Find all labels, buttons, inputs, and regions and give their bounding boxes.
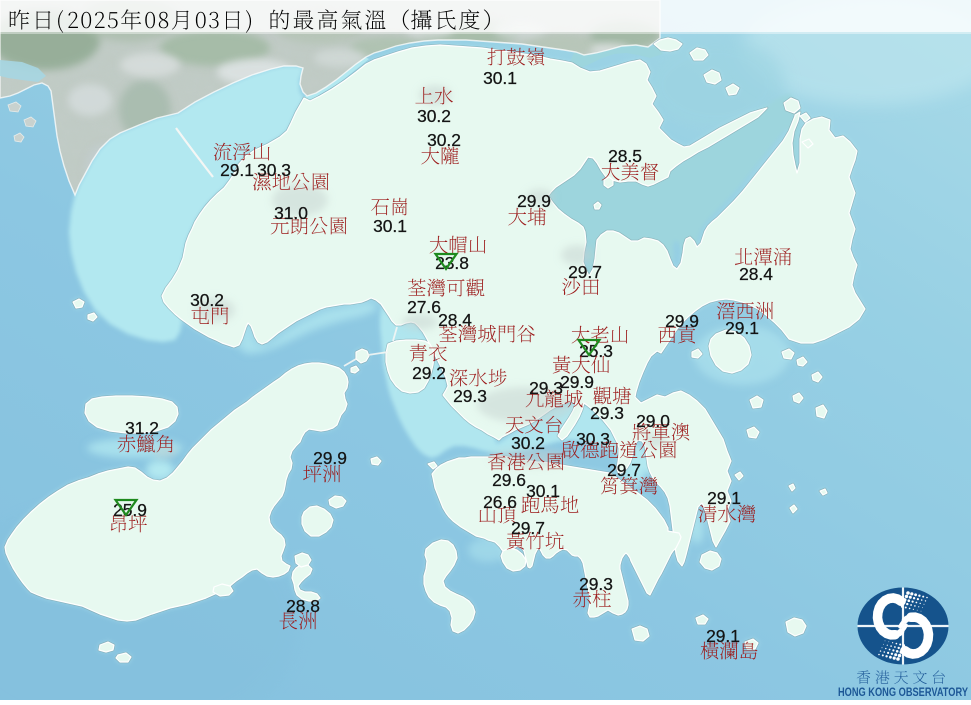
svg-text:29.2: 29.2 xyxy=(412,363,446,383)
svg-text:29.3: 29.3 xyxy=(590,403,624,423)
svg-text:29.1: 29.1 xyxy=(725,318,759,338)
svg-text:27.6: 27.6 xyxy=(407,297,441,317)
svg-text:29.1: 29.1 xyxy=(707,488,741,508)
svg-text:30.2: 30.2 xyxy=(427,130,461,150)
svg-text:29.3: 29.3 xyxy=(579,574,613,594)
svg-text:31.0: 31.0 xyxy=(274,203,308,223)
svg-text:29.7: 29.7 xyxy=(607,460,641,480)
svg-text:29.9: 29.9 xyxy=(517,191,551,211)
svg-text:29.7: 29.7 xyxy=(568,262,602,282)
svg-text:30.3: 30.3 xyxy=(257,160,291,180)
svg-text:29.6: 29.6 xyxy=(492,470,526,490)
svg-text:29.3: 29.3 xyxy=(529,378,563,398)
svg-text:30.2: 30.2 xyxy=(511,433,545,453)
svg-text:30.1: 30.1 xyxy=(373,216,407,236)
svg-text:29.7: 29.7 xyxy=(511,518,545,538)
svg-text:31.2: 31.2 xyxy=(125,418,159,438)
svg-text:28.4: 28.4 xyxy=(739,264,773,284)
svg-text:30.1: 30.1 xyxy=(526,481,560,501)
svg-text:29.1: 29.1 xyxy=(706,626,740,646)
svg-text:29.3: 29.3 xyxy=(453,386,487,406)
svg-text:28.8: 28.8 xyxy=(286,596,320,616)
svg-text:28.4: 28.4 xyxy=(438,310,472,330)
svg-text:29.9: 29.9 xyxy=(665,311,699,331)
svg-text:30.2: 30.2 xyxy=(190,290,224,310)
svg-text:29.1: 29.1 xyxy=(220,160,254,180)
svg-text:29.9: 29.9 xyxy=(313,448,347,468)
svg-text:29.9: 29.9 xyxy=(560,372,594,392)
svg-text:30.2: 30.2 xyxy=(417,106,451,126)
svg-text:HONG KONG OBSERVATORY: HONG KONG OBSERVATORY xyxy=(838,687,968,699)
svg-text:30.1: 30.1 xyxy=(483,68,517,88)
svg-text:28.5: 28.5 xyxy=(608,146,642,166)
svg-text:30.3: 30.3 xyxy=(576,429,610,449)
svg-text:26.6: 26.6 xyxy=(483,492,517,512)
svg-text:29.0: 29.0 xyxy=(636,411,670,431)
svg-text:23.8: 23.8 xyxy=(435,253,469,273)
